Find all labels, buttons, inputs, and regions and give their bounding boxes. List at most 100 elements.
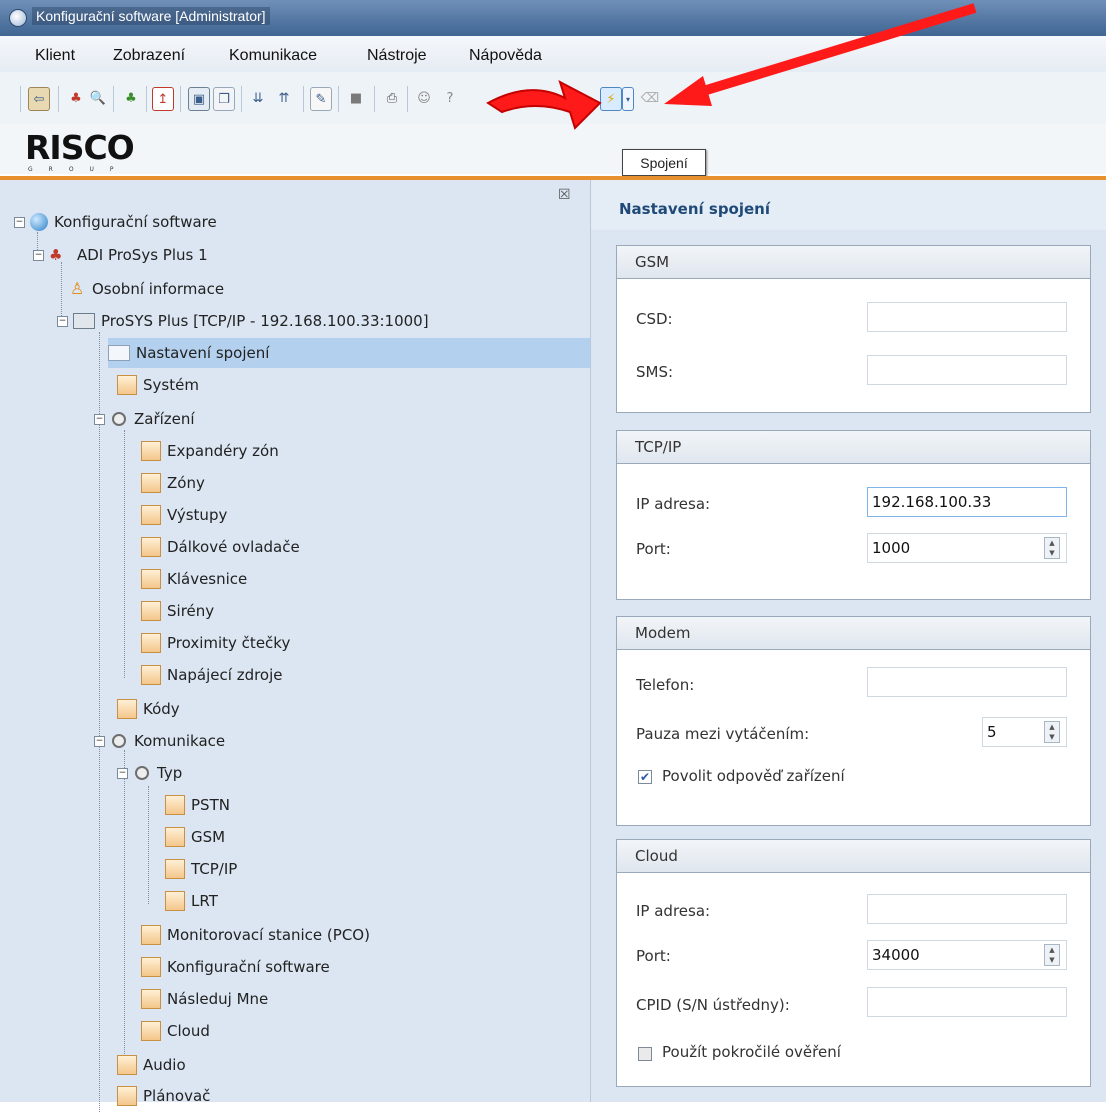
tree-item-type[interactable]: − Typ — [117, 758, 182, 788]
tree-item-device[interactable]: Dálkové ovladače — [141, 532, 300, 562]
edit-icon[interactable]: ✎ — [310, 87, 332, 111]
connect-icon[interactable]: ⚡ — [600, 87, 622, 111]
tcpip-port-stepper[interactable]: ▲ ▼ — [1044, 537, 1060, 559]
tree-item-communication[interactable]: − Komunikace — [94, 726, 225, 756]
connect-tooltip: Spojení — [622, 149, 706, 176]
help-icon[interactable]: ? — [440, 87, 460, 109]
phone-field[interactable] — [867, 667, 1067, 697]
logo-area — [0, 124, 1106, 174]
cpid-field[interactable] — [867, 987, 1067, 1017]
cloud-ip-label: IP adresa: — [636, 902, 711, 920]
csd-field[interactable] — [867, 302, 1067, 332]
tree-item-codes[interactable]: Kódy — [117, 694, 180, 724]
tree-item-connection[interactable]: Nastavení spojení — [108, 338, 590, 368]
print-icon[interactable]: ⎙ — [382, 87, 402, 109]
tree-label: Monitorovací stanice (PCO) — [167, 926, 370, 944]
folder-icon — [117, 1086, 137, 1106]
cloud-port-stepper[interactable]: ▲ ▼ — [1044, 944, 1060, 966]
toolbar-separator — [146, 86, 147, 112]
menu-nastroje[interactable]: Nástroje — [367, 47, 427, 65]
tree-item-root[interactable]: − Konfigurační software — [14, 207, 217, 237]
tree-label: ProSYS Plus [TCP/IP - 192.168.100.33:100… — [101, 312, 429, 330]
lock-icon[interactable]: ■ — [346, 87, 366, 109]
save-icon[interactable]: ▣ — [188, 87, 210, 111]
menu-komunikace[interactable]: Komunikace — [229, 47, 317, 65]
tree-item-type-option[interactable]: TCP/IP — [165, 854, 237, 884]
tree-label: Proximity čtečky — [167, 634, 291, 652]
collapse-icon[interactable]: − — [33, 249, 44, 261]
advanced-auth-checkbox[interactable] — [638, 1047, 652, 1061]
tree-item-comm[interactable]: Konfigurační software — [141, 952, 330, 982]
download-icon[interactable]: ⇊ — [248, 87, 268, 109]
tree-item-personal[interactable]: ♙ Osobní informace — [70, 274, 224, 304]
window-title: Konfigurační software [Administrator] — [32, 7, 270, 25]
collapse-icon[interactable]: − — [94, 735, 105, 747]
import-icon[interactable]: ↥ — [152, 87, 174, 111]
tree-item-type-option[interactable]: LRT — [165, 886, 218, 916]
user-icon[interactable]: ☺ — [414, 87, 434, 109]
title-bar: Konfigurační software [Administrator] — [0, 0, 1106, 36]
tree-item-type-option[interactable]: PSTN — [165, 790, 230, 820]
tree-item-scheduler[interactable]: Plánovač — [117, 1081, 210, 1111]
folder-icon — [117, 699, 137, 719]
tree-label: Dálkové ovladače — [167, 538, 300, 556]
exit-icon[interactable]: ⇦ — [28, 87, 50, 111]
panel-icon — [73, 313, 95, 329]
tree-item-type-option[interactable]: GSM — [165, 822, 225, 852]
sms-field[interactable] — [867, 355, 1067, 385]
network-icon[interactable]: ♣ — [121, 87, 141, 109]
find-icon[interactable]: ♣ — [66, 87, 86, 109]
cloud-ip-field[interactable] — [867, 894, 1067, 924]
dropdown-icon[interactable]: ▾ — [622, 87, 634, 111]
tree-item-account[interactable]: − ♣ ADI ProSys Plus 1 — [33, 240, 208, 270]
upload-icon[interactable]: ⇈ — [274, 87, 294, 109]
tree-item-device[interactable]: Výstupy — [141, 500, 227, 530]
tree-item-device[interactable]: Proximity čtečky — [141, 628, 290, 658]
collapse-icon[interactable]: − — [94, 413, 105, 425]
pause-stepper[interactable]: ▲ ▼ — [1044, 721, 1060, 743]
collapse-icon[interactable]: − — [14, 216, 25, 228]
tree-item-comm[interactable]: Následuj Mne — [141, 984, 268, 1014]
folder-icon — [141, 633, 161, 653]
tree-item-device[interactable]: Zóny — [141, 468, 205, 498]
folder-icon — [141, 1021, 161, 1041]
settings-title: Nastavení spojení — [619, 200, 770, 218]
tree-item-comm[interactable]: Monitorovací stanice (PCO) — [141, 920, 370, 950]
toolbar-separator — [113, 86, 114, 112]
tree-item-devices[interactable]: − Zařízení — [94, 404, 195, 434]
toolbar-separator — [180, 86, 181, 112]
close-panel-icon[interactable]: ☒ — [558, 187, 571, 203]
tree-item-device[interactable]: Expandéry zón — [141, 436, 279, 466]
tree-label: Konfigurační software — [54, 213, 217, 231]
menu-napoveda[interactable]: Nápověda — [469, 47, 542, 65]
collapse-icon[interactable]: − — [117, 767, 128, 779]
answer-checkbox[interactable]: ✔ — [638, 770, 652, 784]
tcpip-ip-field[interactable]: 192.168.100.33 — [867, 487, 1067, 517]
tree-label: Komunikace — [134, 732, 226, 750]
search-icon[interactable]: 🔍 — [88, 87, 108, 109]
app-icon — [9, 9, 27, 27]
tree-label: PSTN — [191, 796, 230, 814]
collapse-icon[interactable]: − — [57, 315, 68, 327]
tree-line — [124, 750, 125, 1060]
tree-item-device[interactable]: Napájecí zdroje — [141, 660, 283, 690]
disconnect-icon[interactable]: ⌫ — [640, 87, 660, 109]
tree-item-system[interactable]: Systém — [117, 370, 199, 400]
tree-item-device[interactable]: Klávesnice — [141, 564, 247, 594]
tree-label: Typ — [157, 764, 183, 782]
cloud-port-field[interactable]: 34000 — [867, 940, 1067, 970]
tree-label: Expandéry zón — [167, 442, 279, 460]
tree-item-panel[interactable]: − ProSYS Plus [TCP/IP - 192.168.100.33:1… — [57, 306, 429, 336]
tree-label: Následuj Mne — [167, 990, 269, 1008]
folder-icon — [165, 891, 185, 911]
copy-icon[interactable]: ❐ — [213, 87, 235, 111]
tree-line — [99, 332, 100, 1112]
tcpip-port-field[interactable]: 1000 — [867, 533, 1067, 563]
tree-item-comm[interactable]: Cloud — [141, 1016, 210, 1046]
tree-item-audio[interactable]: Audio — [117, 1050, 186, 1080]
tree-item-device[interactable]: Sirény — [141, 596, 214, 626]
menu-klient[interactable]: Klient — [35, 47, 75, 65]
tree-label: Systém — [143, 376, 199, 394]
menu-zobrazeni[interactable]: Zobrazení — [113, 47, 185, 65]
folder-icon — [141, 925, 161, 945]
